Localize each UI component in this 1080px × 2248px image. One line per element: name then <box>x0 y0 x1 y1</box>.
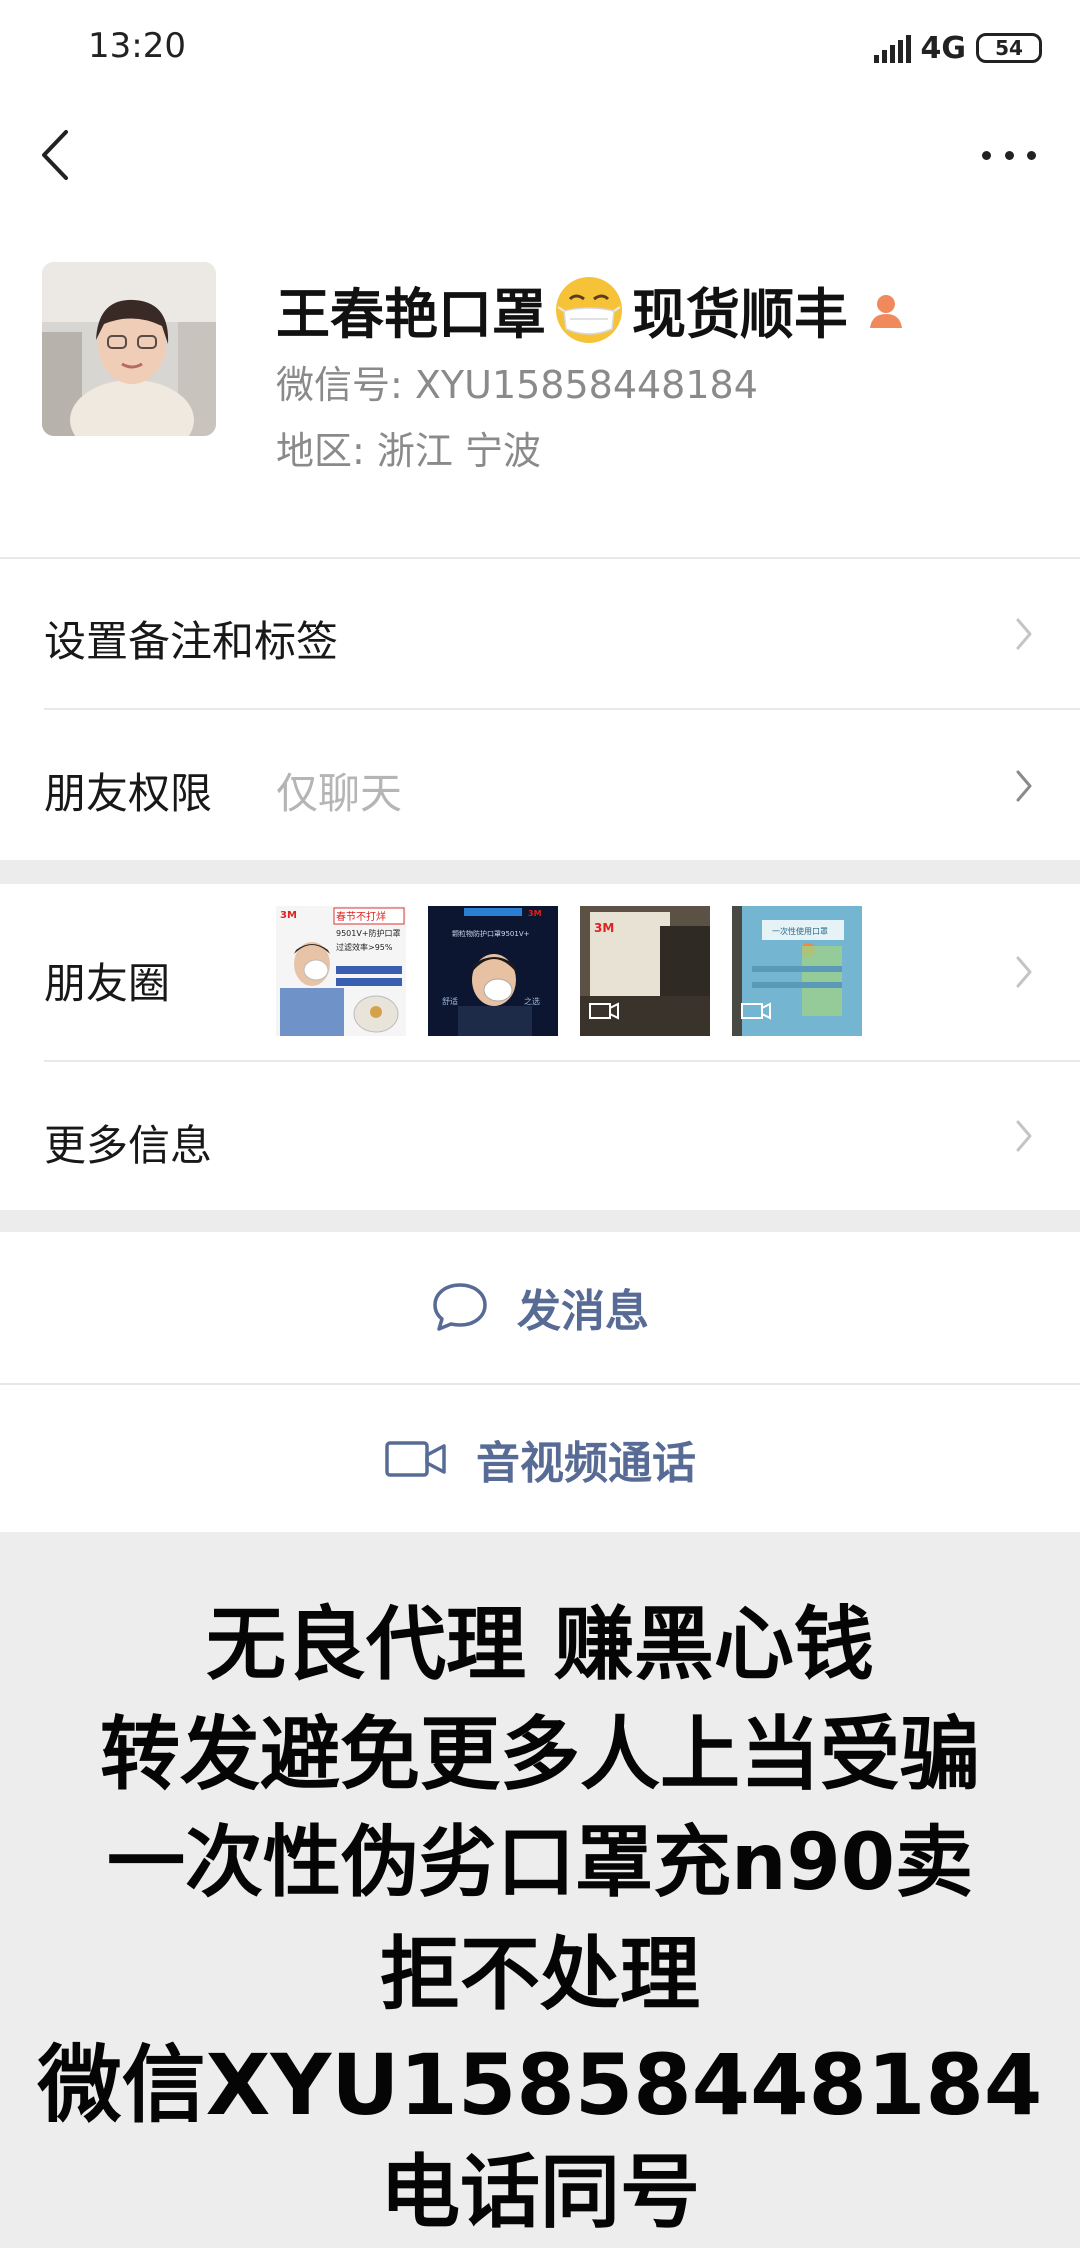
wechat-id: 微信号: XYU15858448184 <box>276 363 758 407</box>
warning-line-3: 一次性伪劣口罩充n90卖 <box>106 1818 974 1908</box>
more-dot-icon <box>1004 150 1014 160</box>
thumb-text: 9501V+防护口罩 <box>336 928 401 938</box>
profile-name-text: 王春艳口罩 <box>276 283 546 346</box>
thumb-text: 过滤效率>95% <box>336 942 393 952</box>
status-indicators: 4G 54 <box>873 28 1042 68</box>
thumb-text: 春节不打烊 <box>336 910 386 923</box>
warning-banner: 无良代理 赚黑心钱 转发避免更多人上当受骗 一次性伪劣口罩充n90卖 拒不处理 … <box>0 1532 1080 2248</box>
moments-thumb-mask-ad-2[interactable]: 颗粒物防护口罩9501V+ 舒适 之选 3M <box>428 906 558 1036</box>
more-info-row[interactable]: 更多信息 <box>0 1062 1080 1210</box>
friend-permission-row[interactable]: 朋友权限 仅聊天 <box>0 710 1080 860</box>
warning-line-5: 微信XYU15858448184 <box>37 2036 1043 2134</box>
thumb-text: 舒适 <box>442 996 458 1006</box>
warning-line-6: 电话同号 <box>380 2146 700 2239</box>
profile-name-suffix: 现货顺丰 <box>632 283 848 346</box>
chevron-left-icon <box>42 130 68 180</box>
svg-text:3M: 3M <box>594 921 614 935</box>
chevron-right-icon <box>1016 618 1032 650</box>
divider <box>0 557 1080 559</box>
moments-thumb-mask-ad-1[interactable]: 3M 春节不打烊 9501V+防护口罩 过滤效率>95% <box>276 906 406 1036</box>
chevron-right-icon <box>1016 770 1032 802</box>
remark-tags-row[interactable]: 设置备注和标签 <box>0 560 1080 708</box>
profile-name: 王春艳口罩 现货顺丰 <box>276 270 906 349</box>
region: 地区: 浙江 宁波 <box>276 429 541 473</box>
section-gap <box>0 860 1080 884</box>
battery-level: 54 <box>995 36 1023 60</box>
moments-label: 朋友圈 <box>44 959 171 1008</box>
video-call-label: 音视频通话 <box>476 1438 696 1489</box>
more-dot-icon <box>982 150 991 160</box>
chevron-right-icon <box>1016 956 1032 988</box>
friend-permission-value: 仅聊天 <box>276 769 403 818</box>
section-gap <box>0 1210 1080 1232</box>
friend-permission-label: 朋友权限 <box>44 769 213 818</box>
more-options-button[interactable] <box>974 120 1044 190</box>
mask-face-emoji-icon <box>556 276 622 343</box>
divider <box>0 1383 1080 1385</box>
warning-line-1: 无良代理 赚黑心钱 <box>206 1598 874 1691</box>
warning-line-2: 转发避免更多人上当受骗 <box>100 1708 980 1801</box>
network-type: 4G <box>920 30 967 66</box>
battery-icon: 54 <box>976 33 1042 63</box>
warning-line-4: 拒不处理 <box>380 1928 700 2021</box>
more-info-label: 更多信息 <box>44 1121 213 1170</box>
signal-icon <box>873 33 911 63</box>
svg-text:3M: 3M <box>528 909 542 918</box>
moments-thumb-video-2[interactable]: 一次性使用口罩 <box>732 906 862 1036</box>
nav-bar <box>0 100 1080 210</box>
person-icon <box>870 294 902 328</box>
send-message-label: 发消息 <box>517 1286 649 1337</box>
chevron-right-icon <box>1016 1120 1032 1152</box>
profile-header: 王春艳口罩 现货顺丰 微信号: XYU15858448184 地区: 浙江 宁波 <box>0 230 1080 530</box>
more-dot-icon <box>1027 150 1036 160</box>
thumb-text: 一次性使用口罩 <box>772 926 828 936</box>
status-time: 13:20 <box>88 26 186 66</box>
remark-tags-label: 设置备注和标签 <box>44 617 339 666</box>
video-call-button[interactable]: 音视频通话 <box>0 1386 1080 1532</box>
video-camera-icon <box>385 1441 446 1477</box>
moments-row[interactable]: 朋友圈 3M 春节不打烊 9501V+防护口罩 过滤效率>95% 颗粒物防护口罩… <box>0 884 1080 1060</box>
status-bar: 13:20 4G 54 <box>0 0 1080 96</box>
avatar[interactable] <box>42 262 216 436</box>
send-message-button[interactable]: 发消息 <box>0 1232 1080 1382</box>
thumb-text: 颗粒物防护口罩9501V+ <box>452 929 530 938</box>
thumb-text: 之选 <box>524 996 540 1006</box>
chat-bubble-icon <box>433 1283 487 1331</box>
back-button[interactable] <box>32 120 92 190</box>
moments-thumb-video-1[interactable]: 3M <box>580 906 710 1036</box>
moments-thumbnails: 3M 春节不打烊 9501V+防护口罩 过滤效率>95% 颗粒物防护口罩9501… <box>276 906 876 1036</box>
svg-text:3M: 3M <box>280 910 297 921</box>
